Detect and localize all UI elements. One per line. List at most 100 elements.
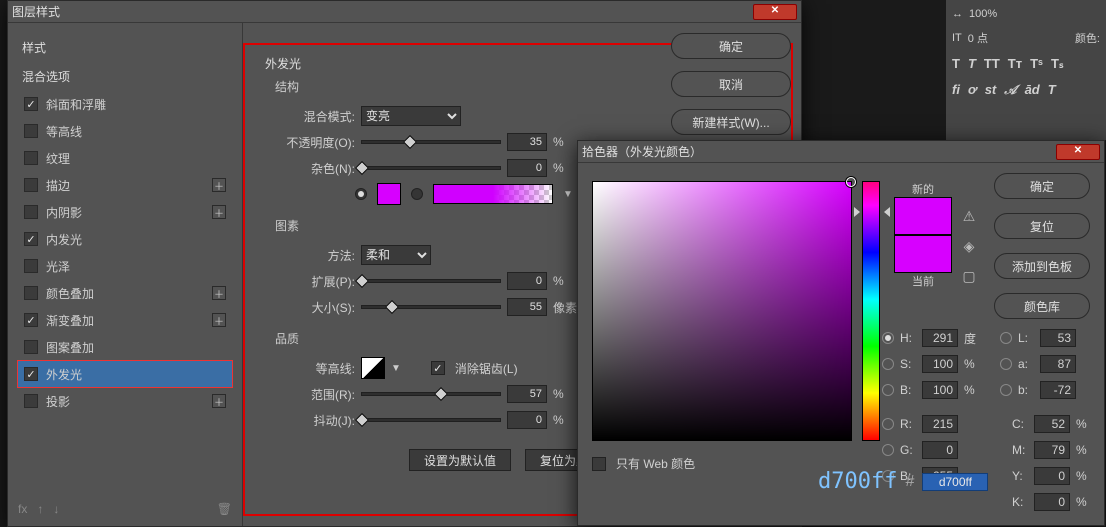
lab-b-field[interactable]: -72 xyxy=(1040,381,1076,399)
style-item-8[interactable]: 渐变叠加＋ xyxy=(18,307,232,333)
style-item-2[interactable]: 纹理 xyxy=(18,145,232,171)
blend-options-heading[interactable]: 混合选项 xyxy=(18,62,232,91)
smallcaps-icon[interactable]: Tᴛ xyxy=(1008,56,1022,72)
current-color-swatch[interactable] xyxy=(894,235,952,273)
style-item-10[interactable]: 外发光 xyxy=(18,361,232,387)
style-item-5[interactable]: 内发光 xyxy=(18,226,232,252)
l-field[interactable]: 53 xyxy=(1040,329,1076,347)
opacity-slider[interactable] xyxy=(361,140,501,144)
color-radio[interactable] xyxy=(355,188,367,200)
close-icon[interactable]: ✕ xyxy=(753,4,797,20)
style-checkbox[interactable] xyxy=(24,178,38,192)
r-field[interactable]: 215 xyxy=(922,415,958,433)
jitter-value[interactable]: 0 xyxy=(507,411,547,429)
ok-button[interactable]: 确定 xyxy=(671,33,791,59)
noise-slider[interactable] xyxy=(361,166,501,170)
style-item-9[interactable]: 图案叠加 xyxy=(18,334,232,360)
arrow-down-icon[interactable]: ↓ xyxy=(53,502,59,516)
style-checkbox[interactable] xyxy=(24,259,38,273)
new-color-swatch[interactable] xyxy=(894,197,952,235)
subscript-icon[interactable]: Tₛ xyxy=(1051,56,1064,72)
noise-value[interactable]: 0 xyxy=(507,159,547,177)
spread-slider[interactable] xyxy=(361,279,501,283)
glow-gradient-swatch[interactable] xyxy=(433,184,553,204)
style-checkbox[interactable] xyxy=(24,97,38,111)
method-select[interactable]: 柔和 xyxy=(361,245,431,265)
style-item-0[interactable]: 斜面和浮雕 xyxy=(18,91,232,117)
style-checkbox[interactable] xyxy=(24,313,38,327)
web-safe-icon[interactable]: ▢ xyxy=(960,267,978,285)
st-icon[interactable]: st xyxy=(985,82,997,98)
ligature-icon[interactable]: ơ xyxy=(968,82,977,98)
antialias-checkbox[interactable] xyxy=(431,361,445,375)
add-icon[interactable]: ＋ xyxy=(212,313,226,327)
color-picker-titlebar[interactable]: 拾色器（外发光颜色） ✕ xyxy=(578,141,1104,163)
superscript-icon[interactable]: Tˢ xyxy=(1030,56,1043,72)
blend-mode-select[interactable]: 变亮 xyxy=(361,106,461,126)
style-checkbox[interactable] xyxy=(24,394,38,408)
jitter-slider[interactable] xyxy=(361,418,501,422)
style-checkbox[interactable] xyxy=(24,205,38,219)
m-field[interactable]: 79 xyxy=(1034,441,1070,459)
italic-icon[interactable]: T xyxy=(968,56,976,72)
cancel-button[interactable]: 取消 xyxy=(671,71,791,97)
chevron-down-icon[interactable]: ▼ xyxy=(391,363,401,374)
cube-icon[interactable]: ◈ xyxy=(960,237,978,255)
style-item-6[interactable]: 光泽 xyxy=(18,253,232,279)
styles-heading[interactable]: 样式 xyxy=(18,33,232,62)
t-icon[interactable]: T xyxy=(1048,82,1056,98)
c-field[interactable]: 52 xyxy=(1034,415,1070,433)
cp-ok-button[interactable]: 确定 xyxy=(994,173,1090,199)
spread-value[interactable]: 0 xyxy=(507,272,547,290)
style-checkbox[interactable] xyxy=(24,151,38,165)
style-checkbox[interactable] xyxy=(24,124,38,138)
fi-icon[interactable]: fi xyxy=(952,82,960,98)
range-value[interactable]: 57 xyxy=(507,385,547,403)
add-icon[interactable]: ＋ xyxy=(212,394,226,408)
h-radio[interactable] xyxy=(882,332,894,344)
h-field[interactable]: 291 xyxy=(922,329,958,347)
a-radio[interactable] xyxy=(1000,358,1012,370)
style-checkbox[interactable] xyxy=(24,340,38,354)
set-defaults-button[interactable]: 设置为默认值 xyxy=(409,449,511,471)
arrow-up-icon[interactable]: ↑ xyxy=(37,502,43,516)
y-field[interactable]: 0 xyxy=(1034,467,1070,485)
lab-b-radio[interactable] xyxy=(1000,384,1012,396)
b-radio[interactable] xyxy=(882,384,894,396)
opacity-value[interactable]: 35 xyxy=(507,133,547,151)
new-style-button[interactable]: 新建样式(W)... xyxy=(671,109,791,135)
warning-icon[interactable]: ⚠ xyxy=(960,207,978,225)
r-radio[interactable] xyxy=(882,418,894,430)
s-radio[interactable] xyxy=(882,358,894,370)
swash-icon[interactable]: 𝒜 xyxy=(1004,82,1016,98)
add-icon[interactable]: ＋ xyxy=(212,205,226,219)
size-slider[interactable] xyxy=(361,305,501,309)
web-only-checkbox[interactable] xyxy=(592,457,606,471)
style-checkbox[interactable] xyxy=(24,367,38,381)
cp-add-swatch-button[interactable]: 添加到色板 xyxy=(994,253,1090,279)
trash-icon[interactable]: 🗑 xyxy=(217,502,232,516)
g-field[interactable]: 0 xyxy=(922,441,958,459)
fx-menu-icon[interactable]: fx xyxy=(18,502,27,516)
close-icon[interactable]: ✕ xyxy=(1056,144,1100,160)
layer-style-titlebar[interactable]: 图层样式 ✕ xyxy=(8,1,801,23)
style-checkbox[interactable] xyxy=(24,232,38,246)
glow-color-swatch[interactable] xyxy=(377,183,401,205)
style-item-7[interactable]: 颜色叠加＋ xyxy=(18,280,232,306)
size-value[interactable]: 55 xyxy=(507,298,547,316)
k-field[interactable]: 0 xyxy=(1034,493,1070,511)
a-field[interactable]: 87 xyxy=(1040,355,1076,373)
hex-input[interactable] xyxy=(922,473,988,491)
l-radio[interactable] xyxy=(1000,332,1012,344)
range-slider[interactable] xyxy=(361,392,501,396)
hsv-b-field[interactable]: 100 xyxy=(922,381,958,399)
style-checkbox[interactable] xyxy=(24,286,38,300)
cp-color-lib-button[interactable]: 颜色库 xyxy=(994,293,1090,319)
chevron-down-icon[interactable]: ▼ xyxy=(563,189,573,200)
add-icon[interactable]: ＋ xyxy=(212,286,226,300)
style-item-4[interactable]: 内阴影＋ xyxy=(18,199,232,225)
hue-slider[interactable] xyxy=(862,181,880,441)
bold-icon[interactable]: T xyxy=(952,56,960,72)
ad-icon[interactable]: ād xyxy=(1025,82,1040,98)
style-item-1[interactable]: 等高线 xyxy=(18,118,232,144)
